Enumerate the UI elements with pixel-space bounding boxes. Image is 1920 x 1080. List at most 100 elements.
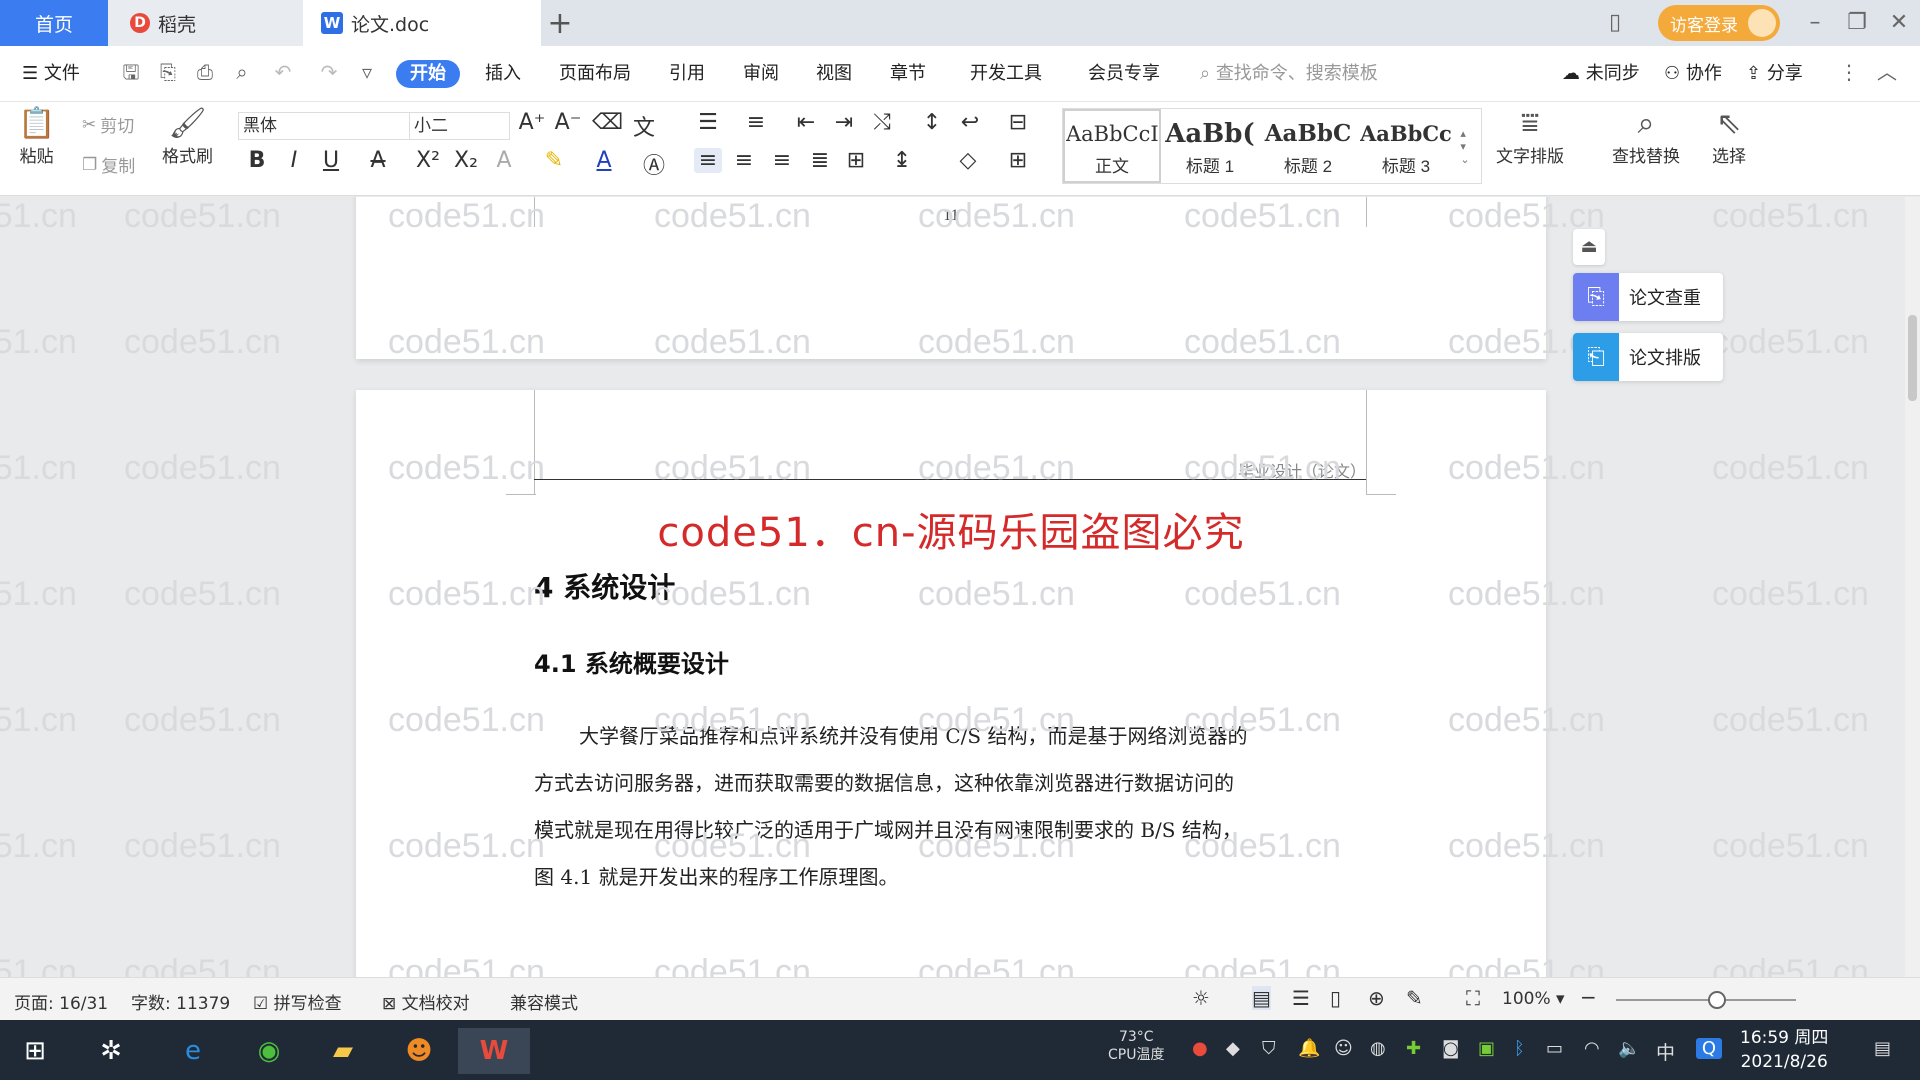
numbered-list-icon[interactable]: ≡	[742, 110, 770, 135]
font-color-icon[interactable]: A	[590, 148, 618, 173]
increase-indent-icon[interactable]: ⇥	[830, 110, 858, 135]
decrease-indent-icon[interactable]: ⇤	[792, 110, 820, 135]
page-indicator[interactable]: 页面: 16/31	[14, 989, 108, 1014]
borders-icon[interactable]: ⊞	[1004, 148, 1032, 173]
minimize-button[interactable]: –	[1800, 8, 1830, 38]
print-preview-icon[interactable]: ⌕	[229, 59, 255, 85]
shading-icon[interactable]: ◇	[954, 148, 982, 173]
wifi-icon[interactable]: ◠	[1584, 1038, 1600, 1059]
tab-references[interactable]: 引用	[669, 60, 705, 88]
cut-button[interactable]: ✂ 剪切	[82, 112, 134, 138]
style-normal[interactable]: AaBbCcI 正文	[1063, 109, 1161, 183]
style-heading-3[interactable]: AaBbCcI 标题 3	[1357, 109, 1455, 183]
show-marks-icon[interactable]: ↩	[956, 110, 984, 135]
zoom-slider-handle[interactable]	[1708, 991, 1726, 1009]
align-center-icon[interactable]: ≡	[730, 148, 758, 173]
write-view-icon[interactable]: ✎	[1406, 986, 1423, 1010]
sort-icon[interactable]: ↕	[918, 110, 946, 135]
print-icon[interactable]: ⎙	[192, 59, 218, 85]
ie-browser-icon[interactable]: e	[170, 1028, 216, 1074]
tab-home[interactable]: 首页	[0, 0, 108, 46]
vertical-scrollbar[interactable]	[1905, 197, 1920, 977]
bell-icon[interactable]: 🔔	[1298, 1038, 1320, 1059]
align-right-icon[interactable]: ≡	[768, 148, 796, 173]
eye-protection-icon[interactable]: ☼	[1192, 986, 1210, 1010]
eject-icon[interactable]: ⏏	[1573, 229, 1605, 265]
grow-font-icon[interactable]: A⁺	[518, 110, 546, 135]
zoom-out-button[interactable]: −	[1580, 985, 1597, 1009]
tab-view[interactable]: 视图	[816, 60, 852, 88]
tab-page-layout[interactable]: 页面布局	[559, 60, 631, 88]
tab-member[interactable]: 会员专享	[1088, 60, 1160, 88]
tab-stops-icon[interactable]: ⊟	[1004, 110, 1032, 135]
char-border-icon[interactable]: Ⓐ	[640, 148, 668, 180]
font-size-select[interactable]: 小二	[410, 112, 510, 140]
collab-button[interactable]: ⚇ 协作	[1664, 60, 1722, 88]
select-button[interactable]: ⇖ 选择	[1712, 106, 1746, 167]
format-painter-button[interactable]: 🖌 格式刷	[162, 106, 213, 167]
phonetic-icon[interactable]: 文	[630, 110, 658, 142]
justify-icon[interactable]: ≣	[806, 148, 834, 173]
italic-icon[interactable]: I	[280, 148, 308, 173]
paste-button[interactable]: 📋 粘贴	[18, 106, 55, 167]
close-button[interactable]: ✕	[1884, 8, 1914, 38]
tray-app-icon[interactable]: ◙	[1442, 1038, 1459, 1059]
style-heading-2[interactable]: AaBbC 标题 2	[1259, 109, 1357, 183]
tab-insert[interactable]: 插入	[485, 60, 521, 88]
distribute-icon[interactable]: ⊞	[842, 148, 870, 173]
web-view-icon[interactable]: ⊕	[1368, 986, 1385, 1010]
cpu-temp-widget[interactable]: 73°C CPU温度	[1108, 1028, 1164, 1064]
input-method[interactable]: 中	[1656, 1038, 1675, 1065]
superscript-icon[interactable]: X²	[414, 148, 442, 173]
redo-icon[interactable]: ↷	[316, 59, 342, 85]
collapse-ribbon-icon[interactable]: ︿	[1874, 59, 1900, 85]
new-tab-button[interactable]: +	[545, 6, 575, 41]
more-icon[interactable]: ⋮	[1836, 59, 1862, 85]
align-left-icon[interactable]: ≡	[694, 148, 722, 173]
find-replace-button[interactable]: ⌕ 查找替换	[1612, 106, 1680, 167]
layout-icon[interactable]: ▯	[1600, 8, 1630, 38]
windows-start-icon[interactable]: ⊞	[12, 1028, 58, 1074]
wps-icon[interactable]: W	[458, 1028, 530, 1074]
tray-app-icon[interactable]: ◆	[1226, 1038, 1240, 1059]
line-spacing-icon[interactable]: ↨	[888, 148, 916, 173]
style-heading-1[interactable]: AaBb( 标题 1	[1161, 109, 1259, 183]
previous-page[interactable]: 11	[356, 197, 1546, 359]
zoom-level[interactable]: 100% ▾	[1502, 989, 1565, 1009]
tab-chapter[interactable]: 章节	[890, 60, 926, 88]
tray-app-icon[interactable]: ●	[1192, 1038, 1208, 1059]
document-canvas[interactable]: 11 毕业设计（论文） code51．cn-源码乐园盗图必究 4 系统设计 4.…	[0, 197, 1905, 977]
strikethrough-icon[interactable]: A	[364, 148, 392, 173]
shrink-font-icon[interactable]: A⁻	[554, 110, 582, 135]
page-view-icon[interactable]: ▤	[1252, 986, 1271, 1010]
save-icon[interactable]: 🖫	[118, 59, 144, 85]
qq-icon[interactable]: ☺	[1334, 1038, 1353, 1059]
guest-login-button[interactable]: 访客登录	[1658, 5, 1780, 41]
scrollbar-thumb[interactable]	[1908, 315, 1917, 401]
restore-button[interactable]: ❐	[1842, 8, 1872, 38]
tray-app-icon[interactable]: ✚	[1406, 1038, 1421, 1059]
document-page[interactable]: 毕业设计（论文） code51．cn-源码乐园盗图必究 4 系统设计 4.1 系…	[356, 390, 1546, 977]
file-menu[interactable]: ☰ 文件	[22, 60, 80, 88]
command-search[interactable]: ⌕ 查找命令、搜索模板	[1200, 60, 1378, 88]
text-layout-button[interactable]: ⩸ 文字排版	[1496, 106, 1564, 167]
fit-page-icon[interactable]: ⛶	[1466, 986, 1480, 1010]
bold-icon[interactable]: B	[243, 148, 271, 173]
outline-view-icon[interactable]: ☰	[1292, 986, 1310, 1010]
copy-button[interactable]: ❐ 复制	[82, 152, 135, 178]
fan-app-icon[interactable]: ✲	[88, 1028, 134, 1074]
file-explorer-icon[interactable]: ▰	[320, 1028, 366, 1074]
zoom-slider[interactable]	[1616, 999, 1796, 1001]
underline-icon[interactable]: U	[317, 148, 345, 173]
volume-icon[interactable]: 🔈	[1618, 1038, 1640, 1059]
paper-check-button[interactable]: ⎘ 论文查重	[1573, 273, 1723, 321]
tray-app-icon[interactable]: ◍	[1370, 1038, 1386, 1059]
tab-daoke[interactable]: D 稻壳	[108, 0, 303, 46]
tab-review[interactable]: 审阅	[743, 60, 779, 88]
app-avatar-icon[interactable]: ☻	[396, 1028, 442, 1074]
paper-format-button[interactable]: ⎗ 论文排版	[1573, 333, 1723, 381]
q-app-icon[interactable]: Q	[1696, 1038, 1722, 1059]
notification-icon[interactable]: ▤	[1874, 1038, 1891, 1059]
clear-format-icon[interactable]: ⌫	[592, 110, 623, 135]
highlight-icon[interactable]: ✎	[540, 148, 568, 173]
